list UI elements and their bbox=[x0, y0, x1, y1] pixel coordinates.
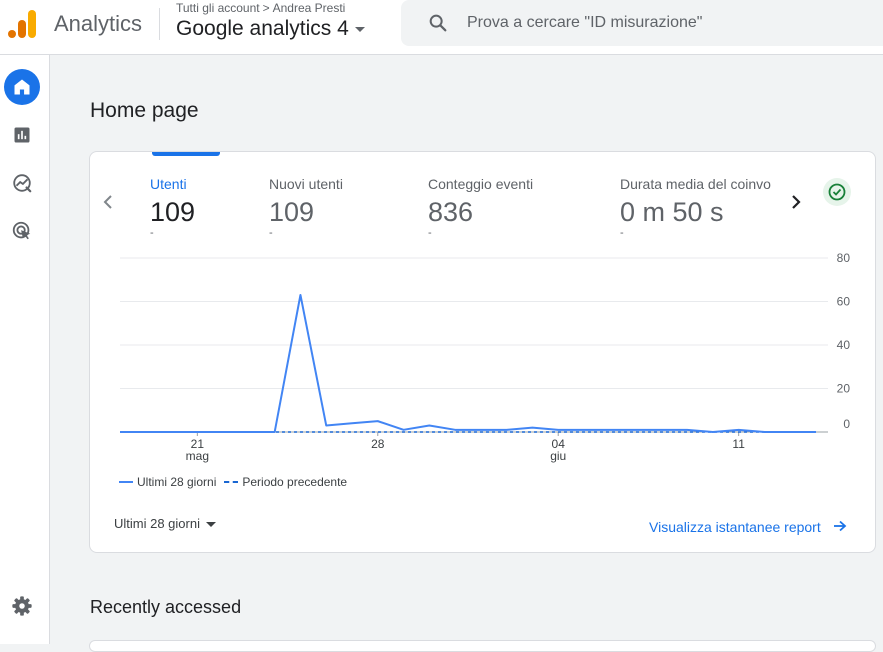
y-tick-label: 0 bbox=[843, 417, 850, 431]
reports-icon bbox=[14, 127, 30, 143]
overview-card: Utenti 109 - Nuovi utenti 109 - Conteggi… bbox=[89, 151, 876, 553]
chart-legend: Ultimi 28 giorni Periodo precedente bbox=[119, 475, 347, 489]
product-name: Analytics bbox=[54, 11, 143, 36]
date-range-selector[interactable]: Ultimi 28 giorni bbox=[114, 516, 216, 531]
breadcrumb-account[interactable]: Andrea Presti bbox=[273, 1, 346, 15]
search-input[interactable] bbox=[465, 10, 869, 36]
top-bar: Analytics Tutti gli account > Andrea Prest… bbox=[0, 0, 883, 55]
advertising-icon bbox=[12, 221, 31, 240]
nav-reports[interactable] bbox=[4, 117, 40, 153]
property-name: Google analytics 4 bbox=[176, 17, 349, 40]
line-chart: 02040608021mag28 04giu11 bbox=[120, 251, 851, 463]
x-tick-month-label: giu bbox=[550, 449, 566, 463]
header-divider bbox=[159, 8, 160, 40]
breadcrumb-parent[interactable]: Tutti gli account bbox=[176, 1, 260, 15]
arrow-right-icon bbox=[833, 520, 846, 532]
explore-icon bbox=[13, 174, 32, 193]
y-tick-label: 40 bbox=[837, 338, 851, 352]
legend-swatch-previous bbox=[224, 481, 239, 483]
caret-down-icon bbox=[205, 522, 216, 528]
left-nav bbox=[0, 55, 50, 644]
analytics-logo-icon[interactable] bbox=[8, 8, 38, 40]
search-icon bbox=[429, 14, 447, 32]
breadcrumb-separator: > bbox=[262, 1, 270, 15]
caret-down-icon bbox=[354, 26, 365, 32]
legend-swatch-current bbox=[119, 481, 133, 483]
legend-label-current: Ultimi 28 giorni bbox=[137, 475, 217, 489]
legend-label-previous: Periodo precedente bbox=[242, 475, 348, 489]
x-tick-month-label: mag bbox=[186, 449, 209, 463]
x-tick-label: 11 bbox=[732, 437, 745, 451]
view-report-snapshot-link[interactable]: Visualizza istantanee report bbox=[649, 519, 847, 535]
x-tick-label: 28 bbox=[371, 437, 385, 451]
y-tick-label: 20 bbox=[837, 382, 851, 396]
home-icon bbox=[14, 79, 30, 95]
nav-admin[interactable] bbox=[4, 588, 40, 624]
recently-accessed-card bbox=[89, 640, 876, 652]
recently-accessed-title: Recently accessed bbox=[90, 597, 242, 617]
report-link-label: Visualizza istantanee report bbox=[649, 519, 821, 535]
breadcrumb[interactable]: Tutti gli account > Andrea Presti bbox=[176, 1, 345, 15]
y-tick-label: 60 bbox=[837, 295, 851, 309]
y-tick-label: 80 bbox=[837, 251, 851, 265]
date-range-label: Ultimi 28 giorni bbox=[114, 516, 200, 531]
gear-icon bbox=[12, 596, 32, 616]
series-line-current bbox=[120, 293, 816, 433]
search-bar[interactable] bbox=[401, 0, 883, 46]
nav-explore[interactable] bbox=[4, 165, 40, 201]
nav-home[interactable] bbox=[4, 69, 40, 105]
property-selector[interactable]: Google analytics 4 bbox=[176, 17, 365, 41]
page-title: Home page bbox=[90, 99, 199, 122]
nav-advertising[interactable] bbox=[4, 213, 40, 249]
